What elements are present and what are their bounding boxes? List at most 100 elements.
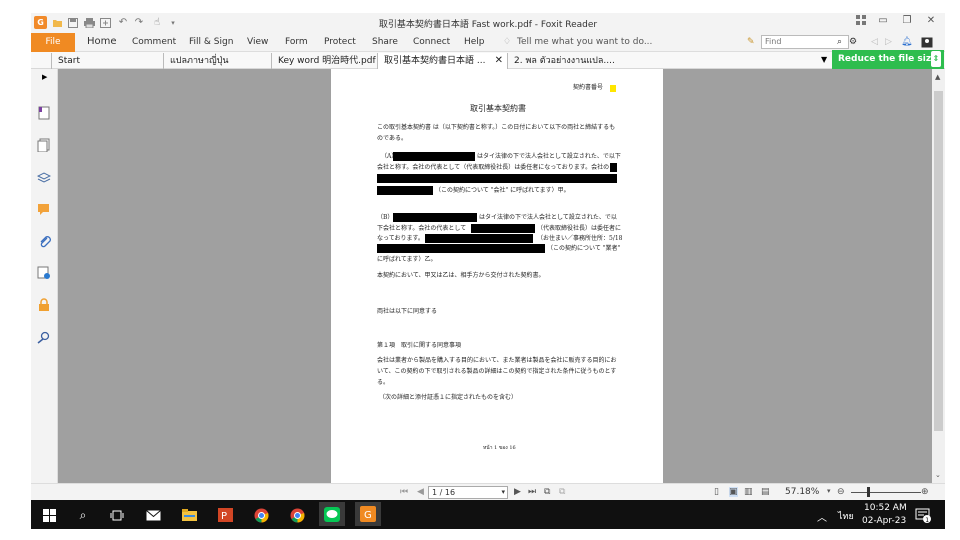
- file-explorer-icon[interactable]: [179, 505, 199, 525]
- party-b-line-1: はタイ法律の下で法人会社として設立された、で以: [479, 214, 617, 221]
- clock-time[interactable]: 10:52 AM: [864, 503, 907, 513]
- attachments-icon[interactable]: [37, 233, 51, 248]
- next-page-icon[interactable]: ▶: [514, 487, 521, 497]
- tell-me-box[interactable]: Tell me what you want to do...: [517, 37, 652, 47]
- expand-panel-icon[interactable]: ▶: [42, 73, 47, 81]
- party-b-line-4-tail: （この契約について "業者": [547, 245, 621, 252]
- contract-number-label: 契約書番号: [573, 84, 604, 91]
- zoom-level[interactable]: 57.18%: [785, 487, 819, 497]
- section-1-title: 第１項 取引に関する同意事項: [377, 342, 462, 349]
- tab-home[interactable]: Home: [87, 36, 117, 47]
- section-1-line-2: いて、この契約の下で取引される製品の詳細はこの契約で指定された条件に従うものとす: [377, 368, 617, 375]
- chrome-icon[interactable]: [251, 505, 271, 525]
- zoom-in-icon[interactable]: ⊕: [921, 487, 929, 497]
- party-a-line-2: 会社と称す。会社の代表として（代表取締役社長）は委任者になっております。会社の: [377, 164, 610, 171]
- prev-page-icon[interactable]: ◀: [417, 487, 424, 497]
- doc-tab-thai-sample[interactable]: 2. พล ตัวอย่างงานแปล....: [507, 53, 627, 69]
- document-title: 取引基本契約書: [470, 104, 526, 113]
- next-result-icon[interactable]: ▷: [885, 37, 892, 47]
- layout-icon[interactable]: [851, 15, 871, 30]
- page-view-alt-icon[interactable]: ⧉: [559, 487, 565, 497]
- single-page-view-icon[interactable]: ▯: [714, 487, 719, 497]
- comments-icon[interactable]: [37, 201, 51, 215]
- ribbon-tabs: File Home Comment Fill & Sign View Form …: [31, 33, 945, 52]
- zoom-dropdown-icon[interactable]: ▾: [827, 487, 831, 495]
- scroll-up-icon[interactable]: ▲: [935, 73, 940, 81]
- search-panel-icon[interactable]: [37, 329, 51, 344]
- security-lock-icon[interactable]: [37, 297, 51, 311]
- page-dropdown-icon[interactable]: ▾: [501, 487, 505, 498]
- party-b-line-5: に呼ばれてます）乙。: [377, 256, 437, 263]
- notification-center-icon[interactable]: 1: [913, 505, 933, 525]
- scroll-down-icon[interactable]: ⌄: [935, 471, 941, 479]
- foxit-window: G ↶ ↷ ☝ ▾ 取引基本契約書日本語 Fast work.pdf - Fox…: [31, 13, 945, 529]
- tab-view[interactable]: View: [247, 37, 268, 47]
- zoom-out-icon[interactable]: ⊖: [837, 487, 845, 497]
- notification-bell-icon[interactable]: 🔔︎: [901, 37, 912, 47]
- doc-tab-thai-japanese[interactable]: แปลภาษาญี่ปุ่น: [163, 53, 271, 69]
- party-b-line-3-tail: （お住まい／事務所住所：5/18: [537, 235, 623, 242]
- tab-protect[interactable]: Protect: [324, 37, 356, 47]
- facing-view-icon[interactable]: ▥: [744, 487, 753, 497]
- redaction-bar: [377, 244, 545, 253]
- task-view-icon[interactable]: [107, 505, 127, 525]
- page-view-icon[interactable]: ⧉: [544, 487, 550, 497]
- zoom-slider-thumb[interactable]: [867, 487, 870, 497]
- compress-icon: ⇕: [931, 51, 941, 67]
- powerpoint-icon[interactable]: P: [215, 505, 235, 525]
- tab-connect[interactable]: Connect: [413, 37, 450, 47]
- line-icon[interactable]: [319, 502, 345, 526]
- mail-icon[interactable]: [143, 505, 163, 525]
- clock-date[interactable]: 02-Apr-23: [862, 516, 906, 526]
- doc-tab-keyword[interactable]: Key word 明治時代.pdf: [271, 53, 377, 69]
- party-a-line-1: はタイ法律の下で法人会社として設立された、で以下: [477, 153, 621, 160]
- close-tab-icon[interactable]: ✕: [495, 53, 503, 69]
- file-tab[interactable]: File: [31, 33, 75, 52]
- search-settings-icon[interactable]: ⚙: [849, 37, 857, 47]
- tab-help[interactable]: Help: [464, 37, 485, 47]
- title-bar: G ↶ ↷ ☝ ▾ 取引基本契約書日本語 Fast work.pdf - Fox…: [31, 13, 945, 33]
- windows-start-icon[interactable]: [39, 505, 59, 525]
- intro-line-1: この取引基本契約書 は（以下契約書と称す。）この日付において以下の両社と締結する…: [377, 124, 616, 131]
- doc-tab-active-contract[interactable]: 取引基本契約書日本語 ... ✕: [377, 53, 507, 69]
- last-page-icon[interactable]: ⏭: [528, 487, 536, 497]
- close-icon[interactable]: ✕: [921, 15, 941, 30]
- search-icon[interactable]: ⌕: [73, 505, 93, 525]
- first-page-icon[interactable]: ⏮: [400, 487, 408, 497]
- section-1-line-3: る。: [377, 379, 390, 386]
- find-input[interactable]: Find: [761, 35, 849, 49]
- continuous-view-icon[interactable]: ▣: [729, 487, 738, 497]
- scroll-thumb[interactable]: [934, 91, 943, 431]
- svg-text:G: G: [364, 510, 372, 521]
- restore-icon[interactable]: ❐: [897, 15, 917, 30]
- search-icon[interactable]: ⌕: [837, 37, 842, 47]
- tab-share[interactable]: Share: [372, 37, 398, 47]
- redaction-bar: [393, 152, 475, 161]
- user-account-icon[interactable]: [921, 37, 933, 51]
- cover-view-icon[interactable]: ▤: [761, 487, 770, 497]
- svg-text:P: P: [221, 511, 227, 522]
- pages-thumbnail-icon[interactable]: [37, 137, 51, 153]
- doc-tab-start[interactable]: Start: [51, 53, 163, 69]
- zoom-slider-track[interactable]: [851, 492, 921, 493]
- doc-tab-label: Key word 明治時代.pdf: [278, 56, 376, 66]
- signatures-icon[interactable]: [37, 265, 51, 279]
- prev-result-icon[interactable]: ◁: [871, 37, 878, 47]
- doc-tab-label: แปลภาษาญี่ปุ่น: [170, 56, 229, 66]
- tab-comment[interactable]: Comment: [132, 37, 176, 47]
- vertical-scrollbar[interactable]: ▲ ⌄: [932, 69, 945, 483]
- tray-chevron-icon[interactable]: ︿: [817, 509, 827, 524]
- bookmark-icon[interactable]: [37, 105, 51, 120]
- find-options-icon[interactable]: ✎: [747, 37, 755, 47]
- reduce-file-size-button[interactable]: Reduce the file size ⇕: [832, 50, 944, 69]
- tab-list-dropdown-icon[interactable]: ▼: [821, 55, 827, 64]
- layers-icon[interactable]: [36, 169, 52, 183]
- language-indicator[interactable]: ไทย: [838, 509, 854, 523]
- chrome-profile-icon[interactable]: [287, 505, 307, 525]
- tab-fill-sign[interactable]: Fill & Sign: [189, 37, 233, 47]
- page-number-input[interactable]: 1 / 16 ▾: [428, 486, 508, 499]
- redaction-bar: [377, 174, 617, 183]
- foxit-taskbar-icon[interactable]: G: [355, 502, 381, 526]
- tab-form[interactable]: Form: [285, 37, 308, 47]
- minimize-icon[interactable]: ▭: [873, 15, 893, 30]
